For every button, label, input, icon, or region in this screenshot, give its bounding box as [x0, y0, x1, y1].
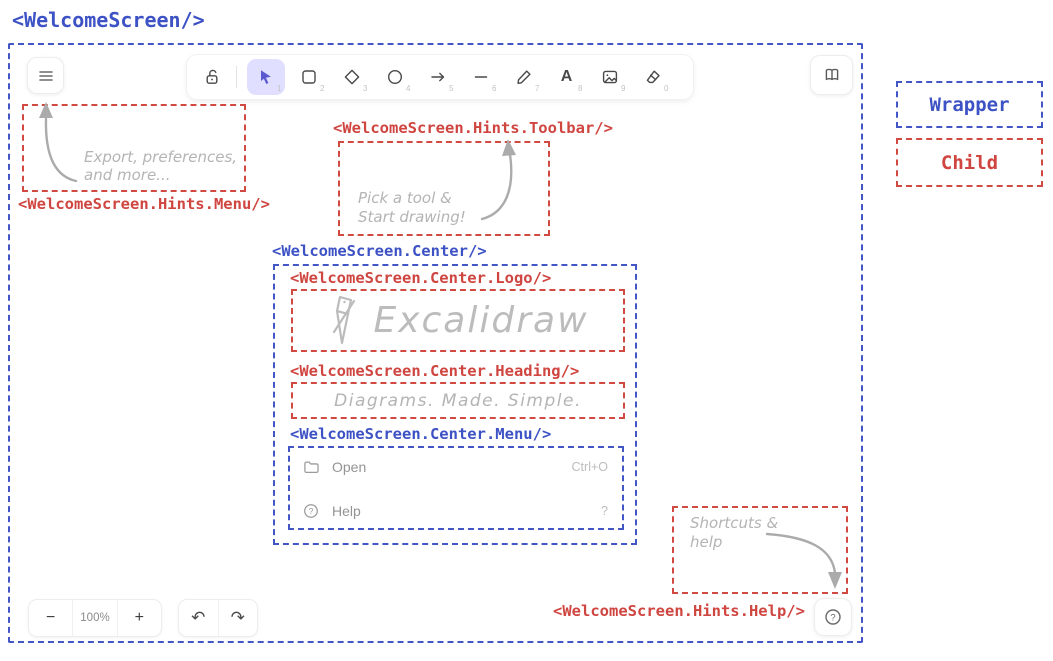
center-menu-wrapper-box: Open Ctrl+O ? Help ? [288, 446, 624, 530]
text-tool-icon: A [561, 69, 573, 85]
menu-item-open-shortcut: Ctrl+O [572, 460, 608, 474]
help-circle-icon: ? [302, 502, 320, 520]
hints-menu-label: <WelcomeScreen.Hints.Menu/> [18, 195, 270, 213]
toolbar: 1 2 3 4 5 [187, 55, 693, 99]
zoom-in-button[interactable]: + [117, 600, 161, 636]
undo-button[interactable]: ↶ [179, 600, 218, 636]
tool-shortcut-badge: 0 [664, 84, 668, 93]
center-label: <WelcomeScreen.Center/> [272, 242, 487, 260]
help-button[interactable]: ? [814, 598, 852, 636]
zoom-level-value[interactable]: 100% [72, 600, 116, 636]
center-heading-child-box: Diagrams. Made. Simple. [291, 382, 625, 419]
tool-arrow-button[interactable]: 5 [419, 59, 457, 95]
tool-shortcut-badge: 7 [535, 84, 539, 93]
eraser-icon [643, 67, 663, 87]
unlock-icon [202, 67, 222, 87]
tool-shortcut-badge: 9 [621, 84, 625, 93]
plus-icon: + [135, 609, 144, 627]
hints-help-text: Shortcuts & help [690, 514, 778, 552]
line-icon [471, 67, 491, 87]
pencil-icon [514, 67, 534, 87]
welcome-screen-doc-figure: <WelcomeScreen/> 1 [0, 0, 1053, 661]
folder-icon [302, 458, 320, 476]
lock-tool-button[interactable] [195, 59, 229, 95]
tool-rectangle-button[interactable]: 2 [290, 59, 328, 95]
library-button[interactable] [810, 55, 853, 95]
hints-help-label: <WelcomeScreen.Hints.Help/> [553, 602, 805, 620]
ellipse-icon [385, 67, 405, 87]
diamond-icon [342, 67, 362, 87]
redo-button[interactable]: ↷ [218, 600, 258, 636]
tool-shortcut-badge: 5 [449, 84, 453, 93]
hints-toolbar-label: <WelcomeScreen.Hints.Toolbar/> [333, 119, 613, 137]
center-menu-label: <WelcomeScreen.Center.Menu/> [290, 425, 551, 443]
center-logo-child-box: Excalidraw [291, 289, 625, 352]
question-circle-icon: ? [823, 607, 843, 627]
book-icon [822, 65, 842, 85]
tool-shortcut-badge: 2 [320, 84, 324, 93]
tool-shortcut-badge: 1 [277, 84, 281, 93]
zoom-out-button[interactable]: − [29, 600, 72, 636]
selection-cursor-icon [256, 67, 276, 87]
menu-item-help-label: Help [332, 503, 589, 519]
menu-item-help[interactable]: ? Help ? [302, 500, 608, 522]
arrow-icon [428, 67, 448, 87]
hints-toolbar-text: Pick a tool & Start drawing! [358, 189, 466, 227]
tool-line-button[interactable]: 6 [462, 59, 500, 95]
svg-text:?: ? [830, 612, 835, 623]
tool-eraser-button[interactable]: 0 [634, 59, 672, 95]
root-component-label: <WelcomeScreen/> [12, 8, 205, 32]
tool-diamond-button[interactable]: 3 [333, 59, 371, 95]
undo-icon: ↶ [191, 608, 205, 628]
tool-text-button[interactable]: A 8 [548, 59, 586, 95]
minus-icon: − [46, 609, 55, 627]
tool-shortcut-badge: 4 [406, 84, 410, 93]
legend-wrapper-box: Wrapper [896, 81, 1043, 128]
tool-image-button[interactable]: 9 [591, 59, 629, 95]
center-logo-label: <WelcomeScreen.Center.Logo/> [290, 269, 551, 287]
menu-item-open[interactable]: Open Ctrl+O [302, 456, 608, 478]
toolbar-separator [236, 66, 237, 88]
image-icon [600, 67, 620, 87]
excalidraw-logo-text: Excalidraw [373, 300, 588, 341]
tool-ellipse-button[interactable]: 4 [376, 59, 414, 95]
undo-redo-controls: ↶ ↷ [178, 599, 258, 637]
rectangle-icon [299, 67, 319, 87]
hints-menu-text: Export, preferences, and more... [84, 148, 237, 184]
center-heading-label: <WelcomeScreen.Center.Heading/> [290, 362, 579, 380]
menu-item-help-shortcut: ? [601, 504, 608, 518]
menu-item-open-label: Open [332, 459, 560, 475]
hamburger-icon [37, 67, 55, 85]
redo-icon: ↷ [231, 608, 245, 628]
center-heading-text: Diagrams. Made. Simple. [334, 391, 582, 411]
tool-shortcut-badge: 8 [578, 84, 582, 93]
legend-child-box: Child [896, 138, 1043, 187]
svg-text:?: ? [309, 506, 314, 516]
legend-wrapper-label: Wrapper [929, 94, 1009, 116]
zoom-controls: − 100% + [28, 599, 162, 637]
excalidraw-dagger-icon [327, 295, 361, 347]
excalidraw-logo: Excalidraw [293, 291, 623, 350]
main-menu-button[interactable] [27, 57, 64, 94]
tool-selection-button[interactable]: 1 [247, 59, 285, 95]
tool-shortcut-badge: 6 [492, 84, 496, 93]
tool-draw-button[interactable]: 7 [505, 59, 543, 95]
legend-child-label: Child [941, 152, 998, 174]
tool-shortcut-badge: 3 [363, 84, 367, 93]
